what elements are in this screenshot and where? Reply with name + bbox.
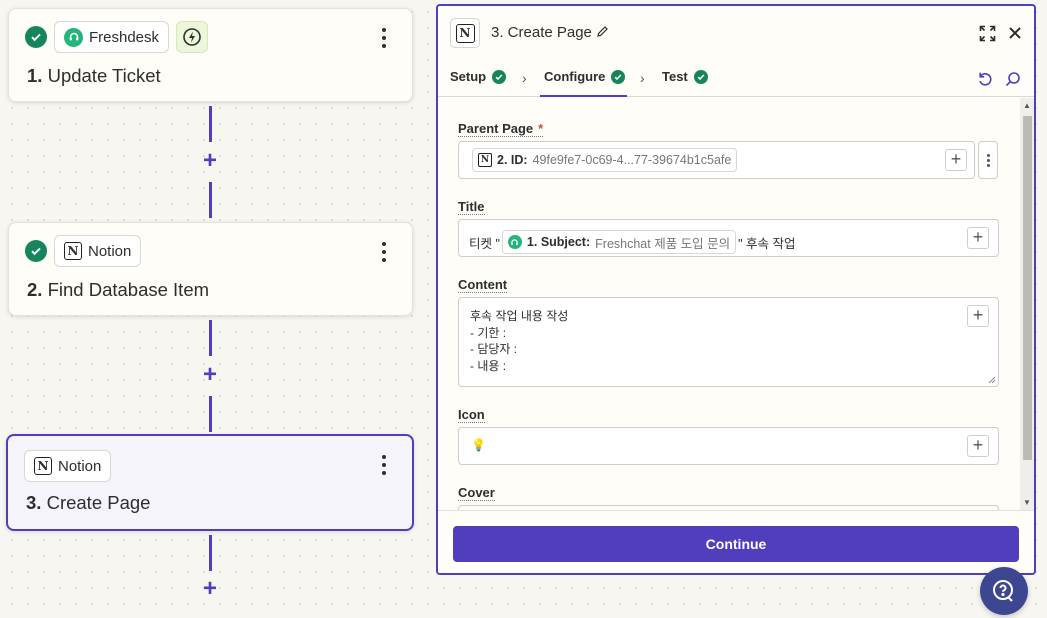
search-icon[interactable] [1004,70,1022,88]
step-title: 2. Find Database Item [27,279,210,300]
insert-data-button[interactable]: + [967,227,989,249]
active-tab-indicator [540,95,627,97]
app-name: Notion [88,242,132,260]
scrollbar-thumb[interactable] [1023,116,1032,460]
scroll-up-icon[interactable]: ▲ [1023,101,1031,110]
notion-logo-icon: N [450,18,480,48]
app-name: Notion [58,457,102,475]
parent-page-label: Parent Page * [458,121,544,137]
connector-line [209,396,212,432]
notion-logo-icon: N [34,457,52,475]
check-circle-icon [25,240,47,262]
expand-icon[interactable] [978,24,996,42]
check-circle-icon [25,26,47,48]
step-card-1[interactable]: Freshdesk 1. Update Ticket [8,8,413,102]
lightbulb-icon: 💡 [471,438,486,452]
title-label: Title [458,199,485,215]
insert-data-button[interactable]: + [967,435,989,457]
tab-configure[interactable]: Configure [544,69,626,84]
mapped-field-token[interactable]: N 2. ID: 49fe9fe7-0c69-4...77-39674b1c5a… [472,148,738,172]
undo-icon[interactable] [976,70,994,88]
title-suffix: " 후속 작업 [738,236,796,251]
panel-footer: Continue [438,510,1034,573]
continue-button[interactable]: Continue [453,526,1019,562]
step-card-3[interactable]: N Notion 3. Create Page [6,434,414,531]
more-vertical-icon[interactable] [374,26,394,50]
step-card-2[interactable]: N Notion 2. Find Database Item [8,222,413,316]
connector-line [209,182,212,218]
add-step-button[interactable]: + [200,577,220,601]
tab-label: Configure [544,69,606,84]
notion-logo-icon: N [478,153,492,167]
scrollbar[interactable]: ▲ ▼ [1020,98,1034,510]
icon-field[interactable]: 💡 + [458,427,999,465]
more-vertical-icon[interactable] [374,453,394,477]
app-name: Freshdesk [89,28,160,46]
icon-label: Icon [458,407,485,423]
app-badge-notion: N Notion [24,450,112,482]
headset-icon [64,27,83,47]
panel-tabs: Setup › Configure › Test [438,61,1034,97]
tab-label: Test [662,69,688,84]
close-icon[interactable] [1006,24,1024,42]
step-title: 1. Update Ticket [27,65,161,86]
add-step-button[interactable]: + [200,149,220,173]
tab-label: Setup [450,69,487,84]
chevron-right-icon: › [522,70,527,86]
cover-label: Cover [458,485,495,501]
mapped-field-token[interactable]: 1. Subject: Freshchat 제품 도입 문의 [501,230,737,254]
connector-line [209,106,212,142]
pencil-icon[interactable] [596,25,609,43]
check-circle-icon [611,69,626,84]
panel-header: N 3. Create Page [438,6,1034,59]
add-step-button[interactable]: + [200,363,220,387]
insert-data-button[interactable]: + [967,305,989,327]
panel-title: 3. Create Page [491,24,592,41]
help-chat-icon[interactable] [980,567,1028,615]
scroll-down-icon[interactable]: ▼ [1023,498,1031,507]
content-label: Content [458,277,508,293]
content-textarea[interactable]: 후속 작업 내용 작성 - 기한 : - 담당자 : - 내용 : + [458,297,999,387]
title-prefix: 티켓 " [469,236,500,251]
resize-handle-icon[interactable] [988,376,996,384]
headset-icon [507,235,522,249]
step-editor-panel: N 3. Create Page Setup › Configure › Tes… [436,4,1036,575]
check-circle-icon [693,69,708,84]
notion-logo-icon: N [64,242,82,260]
connector-line [209,535,212,571]
title-value: 티켓 " 1. Subject: Freshchat 제품 도입 문의 " 후속… [469,230,796,254]
connector-line [209,320,212,356]
chevron-right-icon: › [640,70,645,86]
check-circle-icon [492,69,507,84]
content-text: 후속 작업 내용 작성 - 기한 : - 담당자 : - 내용 : [470,309,569,373]
app-badge-notion: N Notion [54,235,142,267]
title-field[interactable]: 티켓 " 1. Subject: Freshchat 제품 도입 문의 " 후속… [458,219,999,257]
lightning-bolt-icon [176,21,209,53]
more-vertical-icon[interactable] [978,141,998,179]
parent-page-field[interactable]: N 2. ID: 49fe9fe7-0c69-4...77-39674b1c5a… [458,141,975,179]
tab-test[interactable]: Test [662,69,708,84]
tab-setup[interactable]: Setup [450,69,507,84]
app-badge-freshdesk: Freshdesk [54,21,170,53]
step-title: 3. Create Page [26,492,151,513]
insert-data-button[interactable]: + [945,149,967,171]
more-vertical-icon[interactable] [374,240,394,264]
